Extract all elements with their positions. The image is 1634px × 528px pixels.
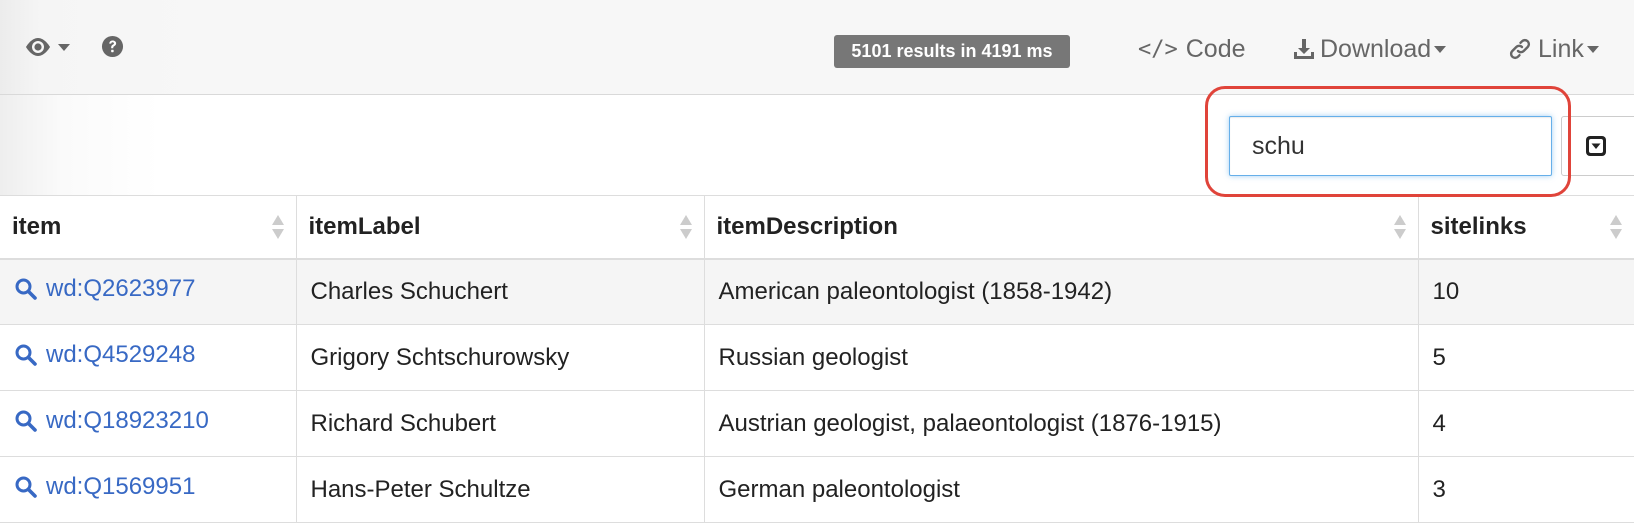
- item-description-cell: American paleontologist (1858-1942): [704, 258, 1419, 325]
- link-icon: [1509, 38, 1531, 60]
- chevron-down-icon: [1586, 45, 1599, 53]
- table-row: wd:Q2623977 Charles Schuchert American p…: [0, 258, 1634, 325]
- item-label-cell: Grigory Schtschurowsky: [296, 324, 705, 391]
- item-link[interactable]: wd:Q2623977: [14, 275, 195, 303]
- help-button[interactable]: [101, 35, 124, 58]
- item-cell: wd:Q4529248: [0, 324, 297, 391]
- column-toggle-icon: [1586, 136, 1606, 156]
- eye-icon: [26, 38, 50, 56]
- query-results-page: 5101 results in 4191 ms </> Code Downloa…: [0, 0, 1634, 528]
- help-icon: [101, 35, 124, 58]
- link-label: Link: [1538, 34, 1584, 63]
- sort-icon[interactable]: [271, 213, 284, 243]
- column-header-label: itemDescription: [716, 212, 898, 240]
- code-button[interactable]: </> Code: [1138, 31, 1246, 67]
- item-description-cell: Russian geologist: [704, 324, 1419, 391]
- sitelinks-cell: 10: [1418, 258, 1634, 325]
- search-icon: [15, 344, 37, 366]
- link-dropdown[interactable]: Link: [1508, 31, 1599, 67]
- download-label: Download: [1320, 34, 1432, 63]
- column-header-sitelinks[interactable]: sitelinks: [1418, 195, 1634, 260]
- item-link[interactable]: wd:Q1569951: [14, 473, 195, 501]
- results-table: item itemLabel itemDescription sitelinks: [0, 195, 1634, 523]
- chevron-down-icon: [1434, 45, 1447, 53]
- code-icon: </>: [1138, 36, 1178, 62]
- code-label: Code: [1185, 34, 1246, 63]
- display-mode-dropdown[interactable]: [24, 30, 70, 64]
- search-icon: [15, 476, 37, 498]
- item-id: wd:Q1569951: [46, 473, 196, 500]
- item-label-cell: Hans-Peter Schultze: [296, 456, 705, 523]
- table-row: wd:Q1569951 Hans-Peter Schultze German p…: [0, 456, 1634, 523]
- download-icon: [1294, 39, 1314, 59]
- sitelinks-cell: 5: [1418, 324, 1634, 391]
- sitelinks-cell: 3: [1418, 456, 1634, 523]
- column-header-label: item: [12, 212, 62, 240]
- sitelinks-cell: 4: [1418, 390, 1634, 457]
- item-id: wd:Q2623977: [46, 275, 196, 303]
- item-cell: wd:Q18923210: [0, 390, 297, 457]
- table-row: wd:Q18923210 Richard Schubert Austrian g…: [0, 390, 1634, 457]
- column-header-label: itemLabel: [308, 212, 421, 240]
- sort-icon[interactable]: [1393, 213, 1406, 243]
- item-label-cell: Richard Schubert: [296, 390, 705, 457]
- item-link[interactable]: wd:Q4529248: [14, 341, 195, 369]
- item-id: wd:Q4529248: [46, 341, 196, 368]
- column-header-itemdescription[interactable]: itemDescription: [704, 195, 1419, 260]
- sort-icon[interactable]: [679, 213, 692, 243]
- item-id: wd:Q18923210: [46, 407, 209, 434]
- item-description-cell: German paleontologist: [704, 456, 1419, 523]
- sort-icon[interactable]: [1610, 213, 1622, 243]
- chevron-down-icon: [58, 43, 70, 51]
- item-cell: wd:Q2623977: [0, 258, 297, 325]
- column-header-label: sitelinks: [1430, 212, 1527, 240]
- table-header-row: item itemLabel itemDescription sitelinks: [0, 195, 1634, 260]
- item-description-cell: Austrian geologist, palaeontologist (187…: [704, 390, 1419, 457]
- download-dropdown[interactable]: Download: [1292, 31, 1447, 67]
- column-toggle-button[interactable]: [1561, 116, 1634, 176]
- search-icon: [15, 278, 37, 301]
- item-link[interactable]: wd:Q18923210: [14, 407, 209, 435]
- table-row: wd:Q4529248 Grigory Schtschurowsky Russi…: [0, 324, 1634, 391]
- search-icon: [15, 410, 37, 432]
- item-cell: wd:Q1569951: [0, 456, 297, 523]
- column-header-itemlabel[interactable]: itemLabel: [296, 195, 705, 260]
- item-label-cell: Charles Schuchert: [296, 258, 705, 325]
- column-header-item[interactable]: item: [0, 195, 297, 260]
- results-toolbar: 5101 results in 4191 ms </> Code Downloa…: [0, 0, 1634, 95]
- results-count-badge: 5101 results in 4191 ms: [834, 35, 1070, 68]
- filter-input[interactable]: [1229, 116, 1552, 176]
